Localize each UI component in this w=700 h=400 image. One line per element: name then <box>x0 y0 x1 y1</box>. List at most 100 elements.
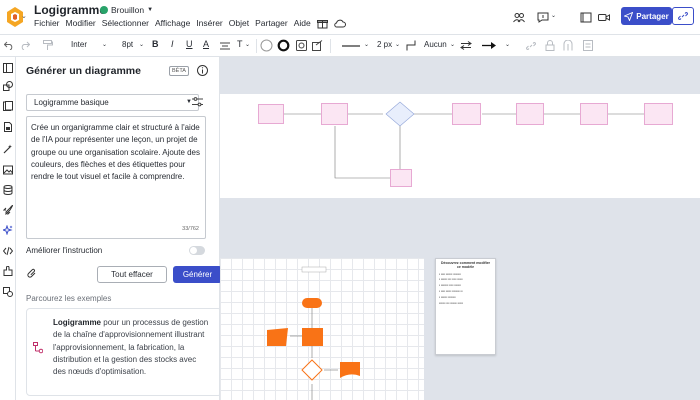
font-size-select[interactable]: 8pt <box>122 40 133 49</box>
menu-selectionner[interactable]: Sélectionner <box>102 18 149 29</box>
cloud-sync-icon[interactable] <box>333 18 346 29</box>
menu-bar: Fichier Modifier Sélectionner Affichage … <box>34 18 346 29</box>
share-options-button[interactable] <box>672 7 694 25</box>
clear-all-button[interactable]: Tout effacer <box>97 266 167 283</box>
more-disabled-icon[interactable] <box>583 40 593 51</box>
flowchart-icon <box>33 342 43 354</box>
redo-icon[interactable] <box>20 41 30 50</box>
format-painter-icon[interactable] <box>43 40 53 51</box>
document-title[interactable]: Logigramme <box>34 3 106 17</box>
note-line: ▪ ▪▪▪▪▪▪ ▪▪▪ ▪▪▪▪ ▪▪▪▪▪ <box>439 277 463 282</box>
link-disabled-icon[interactable] <box>526 41 536 51</box>
flow-node[interactable] <box>321 103 348 125</box>
italic-button[interactable]: I <box>171 39 174 49</box>
arrange-disabled-icon[interactable] <box>563 40 573 51</box>
menu-fichier[interactable]: Fichier <box>34 18 60 29</box>
templates-icon[interactable] <box>3 101 13 111</box>
canvas-page-horizontal-flow[interactable] <box>220 94 700 198</box>
arrow-end-icon[interactable] <box>482 42 496 49</box>
panel-title: Générer un diagramme <box>26 65 141 77</box>
document-icon[interactable] <box>3 122 13 132</box>
line-width-select[interactable]: 2 px <box>377 40 392 49</box>
diagram-canvas[interactable]: Découvrez comment modifier ce modèle ▪ ▪… <box>220 57 700 400</box>
menu-objet[interactable]: Objet <box>229 18 249 29</box>
text-options-button[interactable]: T <box>237 39 243 49</box>
integrations-icon[interactable] <box>3 266 13 276</box>
format-toolbar: Inter ⌄ 8pt ⌄ B I U A T ⌄ ⌄ 2 px ⌄ Aucun… <box>0 34 700 57</box>
vertical-flow-shapes <box>267 266 360 400</box>
share-button[interactable]: Partager <box>621 7 672 25</box>
menu-partager[interactable]: Partager <box>255 18 288 29</box>
menu-aide[interactable]: Aide <box>294 18 311 29</box>
template-note-card[interactable]: Découvrez comment modifier ce modèle ▪ ▪… <box>435 258 496 355</box>
flow-node[interactable] <box>452 103 481 125</box>
generate-diagram-panel: Générer un diagramme BÊTA Logigramme bas… <box>16 57 222 400</box>
example-card[interactable]: Logigramme pour un processus de gestion … <box>26 308 222 396</box>
tool-rail <box>0 57 16 400</box>
collaborate-icon[interactable] <box>3 287 13 297</box>
rocket-icon[interactable] <box>3 205 13 215</box>
fill-color-icon[interactable] <box>260 39 273 52</box>
font-family-caret-icon[interactable]: ⌄ <box>102 41 107 48</box>
swap-arrows-icon[interactable] <box>460 41 472 50</box>
pages-icon[interactable] <box>3 63 13 73</box>
arrow-start-select[interactable]: Aucun <box>424 40 447 49</box>
undo-icon[interactable] <box>4 41 14 50</box>
improve-prompt-toggle[interactable] <box>189 246 205 255</box>
text-color-button[interactable]: A <box>203 39 209 49</box>
magic-wand-icon[interactable] <box>3 144 13 154</box>
note-line: ▪ ▪▪▪▪▪▪ ▪▪▪▪▪▪▪ <box>439 294 456 299</box>
logo-menu-chevron-icon[interactable]: ⌄ <box>21 12 27 20</box>
line-color-icon[interactable] <box>277 39 290 52</box>
shapes-icon[interactable] <box>3 81 13 91</box>
lock-disabled-icon[interactable] <box>545 40 555 51</box>
note-title: Découvrez comment modifier ce modèle <box>440 261 490 269</box>
generate-button[interactable]: Générer <box>173 266 222 283</box>
shape-style-icon[interactable] <box>296 40 307 51</box>
flow-node[interactable] <box>580 103 608 125</box>
flow-node[interactable] <box>390 169 412 187</box>
menu-inserer[interactable]: Insérer <box>196 18 222 29</box>
arrow-start-caret-icon[interactable]: ⌄ <box>450 41 455 48</box>
menu-affichage[interactable]: Affichage <box>155 18 190 29</box>
info-icon[interactable] <box>197 65 208 76</box>
improve-prompt-label: Améliorer l'instruction <box>26 246 103 255</box>
flow-node[interactable] <box>644 103 673 125</box>
line-style-caret-icon[interactable]: ⌄ <box>364 41 369 48</box>
flow-node[interactable] <box>516 103 544 125</box>
status-dot-icon <box>100 6 108 14</box>
gift-icon[interactable] <box>316 18 328 29</box>
line-shape-icon[interactable] <box>406 40 416 51</box>
font-size-caret-icon[interactable]: ⌄ <box>139 41 144 48</box>
arrow-end-caret-icon[interactable]: ⌄ <box>505 41 510 48</box>
database-icon[interactable] <box>3 185 13 195</box>
settings-sliders-icon[interactable] <box>192 97 203 107</box>
diagram-type-select[interactable]: Logigramme basique ▼ <box>26 94 199 111</box>
flow-node[interactable] <box>258 104 284 124</box>
prompt-textarea[interactable]: Crée un organigramme clair et structuré … <box>26 116 206 239</box>
comments-icon[interactable] <box>537 12 549 23</box>
comments-caret-icon[interactable]: ⌄ <box>551 12 556 19</box>
menu-modifier[interactable]: Modifier <box>66 18 96 29</box>
collaborators-icon[interactable] <box>513 12 525 23</box>
text-options-caret-icon[interactable]: ⌄ <box>245 41 250 48</box>
align-icon[interactable] <box>220 42 230 50</box>
note-line: ▪ ▪▪▪▪ ▪▪▪▪▪ ▪▪▪▪▪▪▪ ▪▪ <box>439 288 463 293</box>
underline-button[interactable]: U <box>186 39 193 49</box>
line-style-icon[interactable] <box>342 45 360 47</box>
code-icon[interactable] <box>3 246 13 256</box>
bold-button[interactable]: B <box>152 39 159 49</box>
image-icon[interactable] <box>3 165 13 175</box>
note-line: ▪ ▪▪▪▪ ▪▪▪▪▪▪ ▪▪▪▪▪▪▪ <box>439 271 461 276</box>
present-icon[interactable] <box>580 12 592 23</box>
document-status[interactable]: Brouillon ▼ <box>100 5 153 15</box>
canvas-page-vertical-flow[interactable] <box>220 258 424 400</box>
prompt-text: Crée un organigramme clair et structuré … <box>31 123 201 182</box>
ai-sparkle-icon[interactable] <box>3 225 13 235</box>
line-width-caret-icon[interactable]: ⌄ <box>395 41 400 48</box>
toolbar-divider <box>256 39 257 53</box>
video-call-icon[interactable] <box>598 12 610 23</box>
attachment-icon[interactable] <box>27 268 37 279</box>
shape-options-icon[interactable] <box>312 40 323 51</box>
font-family-select[interactable]: Inter <box>71 40 87 49</box>
